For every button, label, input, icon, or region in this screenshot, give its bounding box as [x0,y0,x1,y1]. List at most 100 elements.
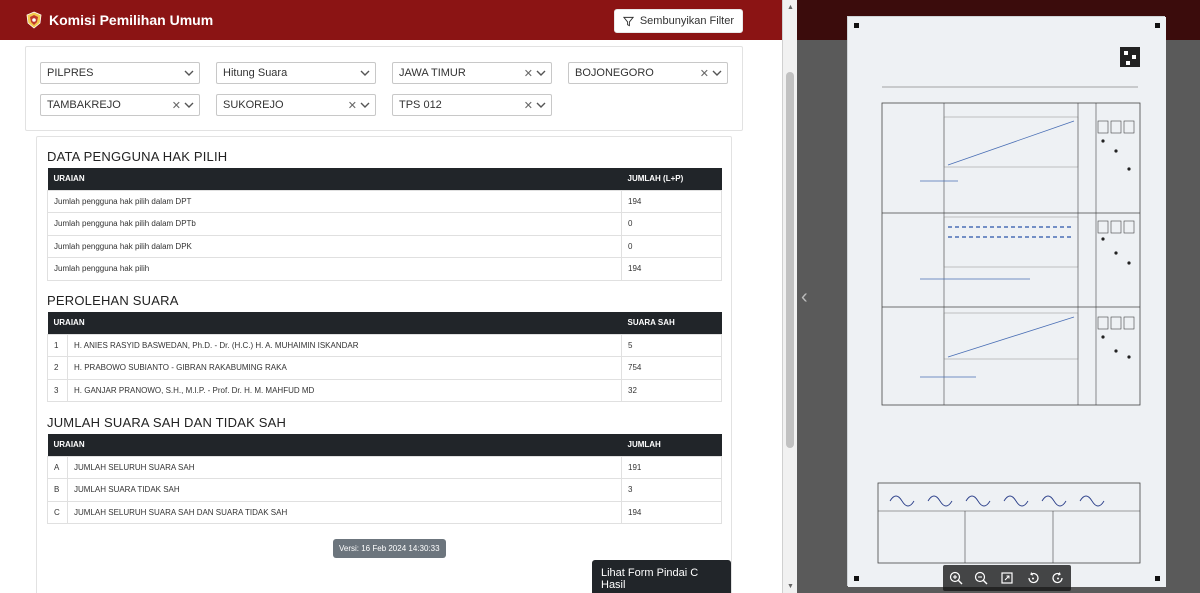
clear-icon[interactable]: ✕ [348,99,357,112]
column-header: URAIAN [47,312,622,334]
candidate-name: H. ANIES RASYID BASWEDAN, Ph.D. - Dr. (H… [67,333,622,357]
province-value: JAWA TIMUR [399,67,466,79]
column-header: JUMLAH (L+P) [621,168,722,190]
row-label: JUMLAH SUARA TIDAK SAH [67,478,622,502]
province-select[interactable]: JAWA TIMUR ✕ [392,62,552,84]
chevron-down-icon [360,70,370,76]
row-value: 32 [621,378,722,402]
chevron-down-icon [536,102,546,108]
filter-icon [622,16,634,26]
chevron-down-icon [184,102,194,108]
vote-total-table: URAIAN JUMLAH A JUMLAH SELURUH SUARA SAH… [47,434,722,524]
column-header: SUARA SAH [621,312,722,334]
table-header-row: URAIAN SUARA SAH [47,312,722,334]
table-header-row: URAIAN JUMLAH (L+P) [47,168,722,190]
hide-filter-button[interactable]: Sembunyikan Filter [613,9,743,33]
table-row: 2 H. PRABOWO SUBIANTO - GIBRAN RAKABUMIN… [47,356,722,380]
row-number: 1 [47,333,68,357]
table-header-row: URAIAN JUMLAH [47,434,722,456]
kpu-logo-icon [25,11,43,29]
data-type-value: Hitung Suara [223,67,288,79]
election-type-select[interactable]: PILPRES [40,62,200,84]
main-scrollbar[interactable]: ▲ ▼ [783,0,797,593]
tps-value: TPS 012 [399,99,442,111]
row-value: 194 [621,257,722,281]
rotate-left-icon[interactable] [1024,569,1042,587]
row-letter: C [47,500,68,524]
column-header: JUMLAH [621,434,722,456]
village-select[interactable]: SUKOREJO ✕ [216,94,376,116]
filter-panel: PILPRES Hitung Suara JAWA TIMUR ✕ BOJONE… [25,46,743,131]
previous-image-icon[interactable]: ‹ [801,286,808,309]
tps-select[interactable]: TPS 012 ✕ [392,94,552,116]
chevron-down-icon [712,70,722,76]
row-label: Jumlah pengguna hak pilih dalam DPTb [47,212,622,236]
table-row: B JUMLAH SUARA TIDAK SAH 3 [47,478,722,502]
chevron-down-icon [360,102,370,108]
column-header: URAIAN [47,168,622,190]
clear-icon[interactable]: ✕ [524,99,533,112]
row-number: 2 [47,356,68,380]
chevron-down-icon [536,70,546,76]
row-value: 194 [621,189,722,213]
scanned-form-image [847,16,1166,587]
scroll-thumb[interactable] [786,72,794,448]
vote-result-table: URAIAN SUARA SAH 1 H. ANIES RASYID BASWE… [47,312,722,402]
clear-icon[interactable]: ✕ [172,99,181,112]
row-label: Jumlah pengguna hak pilih dalam DPT [47,189,622,213]
regency-select[interactable]: BOJONEGORO ✕ [568,62,728,84]
row-label: Jumlah pengguna hak pilih dalam DPK [47,234,622,258]
main-app: Komisi Pemilihan Umum Sembunyikan Filter… [0,0,783,593]
district-value: TAMBAKREJO [47,99,121,111]
image-viewer: ‹ [797,0,1200,593]
data-type-select[interactable]: Hitung Suara [216,62,376,84]
row-value: 194 [621,500,722,524]
candidate-name: H. PRABOWO SUBIANTO - GIBRAN RAKABUMING … [67,356,622,380]
election-type-value: PILPRES [47,67,94,79]
table-row: 1 H. ANIES RASYID BASWEDAN, Ph.D. - Dr. … [47,333,722,357]
row-label: Jumlah pengguna hak pilih [47,257,622,281]
scroll-down-arrow-icon[interactable]: ▼ [787,583,794,590]
table-row: C JUMLAH SELURUH SUARA SAH DAN SUARA TID… [47,500,722,524]
table-row: A JUMLAH SELURUH SUARA SAH 191 [47,455,722,479]
fit-screen-icon[interactable] [998,569,1016,587]
version-badge: Versi: 16 Feb 2024 14:30:33 [333,539,446,558]
row-value: 0 [621,212,722,236]
row-number: 3 [47,378,68,402]
chevron-down-icon [184,70,194,76]
row-value: 3 [621,478,722,502]
rotate-right-icon[interactable] [1049,569,1067,587]
village-value: SUKOREJO [223,99,284,111]
voter-data-title: DATA PENGGUNA HAK PILIH [47,149,228,164]
table-row: Jumlah pengguna hak pilih dalam DPK 0 [47,234,722,258]
row-label: JUMLAH SELURUH SUARA SAH DAN SUARA TIDAK… [67,500,622,524]
hide-filter-label: Sembunyikan Filter [639,15,734,27]
table-row: 3 H. GANJAR PRANOWO, S.H., M.I.P. - Prof… [47,378,722,402]
clear-icon[interactable]: ✕ [524,67,533,80]
top-navbar: Komisi Pemilihan Umum Sembunyikan Filter [0,0,782,40]
voter-data-table: URAIAN JUMLAH (L+P) Jumlah pengguna hak … [47,168,722,281]
zoom-out-icon[interactable] [972,569,990,587]
row-value: 191 [621,455,722,479]
row-value: 0 [621,234,722,258]
viewer-toolbar [943,565,1071,591]
candidate-name: H. GANJAR PRANOWO, S.H., M.I.P. - Prof. … [67,378,622,402]
table-row: Jumlah pengguna hak pilih dalam DPT 194 [47,189,722,213]
table-row: Jumlah pengguna hak pilih dalam DPTb 0 [47,212,722,236]
row-value: 754 [621,356,722,380]
zoom-in-icon[interactable] [947,569,965,587]
clear-icon[interactable]: ✕ [700,67,709,80]
vote-result-title: PEROLEHAN SUARA [47,293,179,308]
regency-value: BOJONEGORO [575,67,654,79]
table-row: Jumlah pengguna hak pilih 194 [47,257,722,281]
result-content: DATA PENGGUNA HAK PILIH URAIAN JUMLAH (L… [36,136,732,593]
row-letter: B [47,478,68,502]
app-title: Komisi Pemilihan Umum [49,12,214,28]
district-select[interactable]: TAMBAKREJO ✕ [40,94,200,116]
row-label: JUMLAH SELURUH SUARA SAH [67,455,622,479]
row-value: 5 [621,333,722,357]
row-letter: A [47,455,68,479]
scroll-up-arrow-icon[interactable]: ▲ [787,4,794,11]
view-scan-form-button[interactable]: Lihat Form Pindai C Hasil [592,560,731,593]
vote-total-title: JUMLAH SUARA SAH DAN TIDAK SAH [47,415,287,430]
